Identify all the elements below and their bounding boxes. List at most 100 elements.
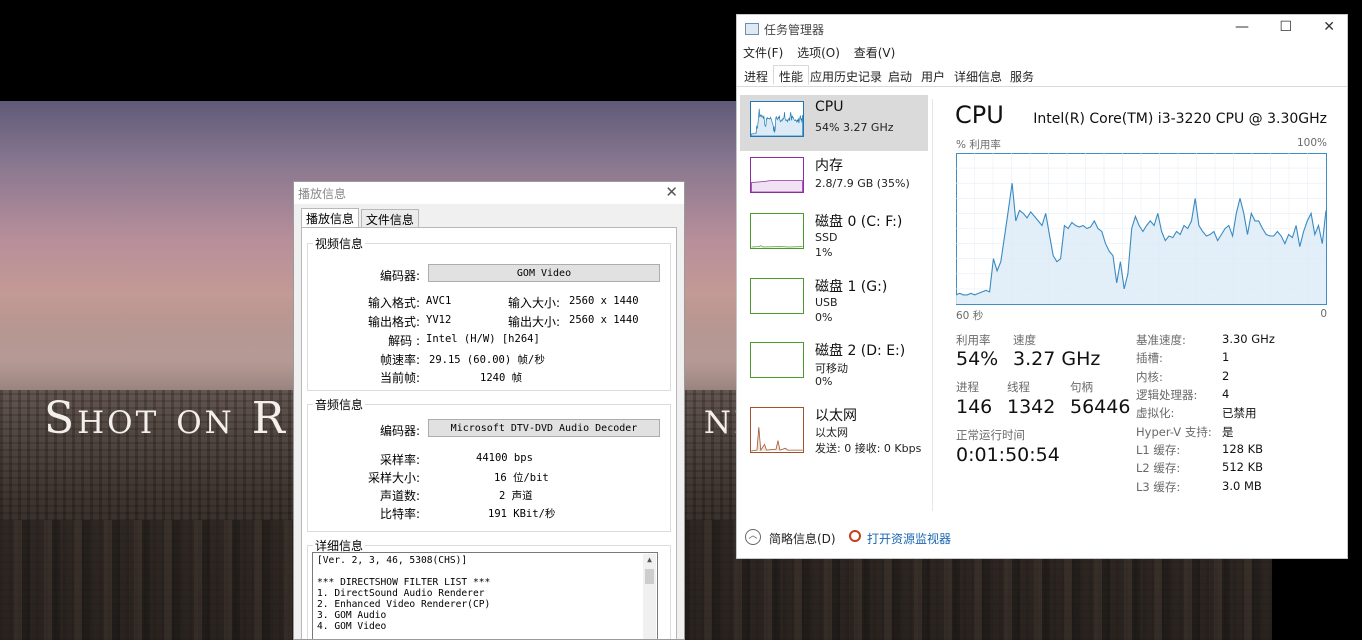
sidebar-item-label: 磁盘 0 (C: F:) bbox=[815, 214, 903, 230]
tab-details[interactable]: 详细信息 bbox=[954, 68, 1002, 85]
sidebar-item-sub: 以太网 bbox=[815, 426, 848, 439]
thread-label: 线程 bbox=[1007, 380, 1030, 394]
spec-value: 3.30 GHz bbox=[1222, 332, 1275, 346]
detail-line: *** DIRECTSHOW FILTER LIST *** bbox=[317, 577, 491, 588]
cpu-mini-graph bbox=[750, 101, 804, 137]
sidebar-item-cpu[interactable]: CPU 54% 3.27 GHz bbox=[740, 95, 928, 151]
tab-users[interactable]: 用户 bbox=[921, 68, 945, 85]
sidebar-item-memory[interactable]: 内存 2.8/7.9 GB (35%) bbox=[740, 151, 928, 207]
tab-startup[interactable]: 启动 bbox=[888, 68, 912, 85]
tm-title: 任务管理器 bbox=[764, 23, 825, 37]
fps-value: 29.15 (60.00) 帧/秒 bbox=[429, 354, 545, 366]
video-info-group: 视频信息 编码器: GOM Video 输入格式: AVC1 输入大小: 256… bbox=[307, 235, 671, 391]
spec-label: 虚拟化: bbox=[1136, 406, 1175, 420]
process-label: 进程 bbox=[956, 380, 979, 394]
tab-playback-info[interactable]: 播放信息 bbox=[301, 208, 360, 228]
util-value: 54% bbox=[956, 348, 999, 370]
spec-value: 128 KB bbox=[1222, 442, 1264, 456]
sidebar-item-sub: 2.8/7.9 GB (35%) bbox=[815, 177, 910, 190]
spec-label: 逻辑处理器: bbox=[1136, 388, 1198, 402]
cpu-heading: CPU bbox=[955, 101, 1004, 129]
audio-codec-label: 编码器: bbox=[379, 424, 420, 438]
minimize-icon[interactable]: — bbox=[1235, 19, 1249, 35]
resource-monitor-icon bbox=[849, 530, 861, 542]
sidebar-item-sub: SSD bbox=[815, 231, 838, 244]
sidebar-item-disk-0[interactable]: 磁盘 0 (C: F:) SSD 1% bbox=[740, 207, 928, 263]
spec-value: 是 bbox=[1222, 425, 1234, 439]
ethernet-mini-graph bbox=[750, 407, 804, 453]
sidebar-item-sub2: 0% bbox=[815, 311, 833, 324]
sidebar-item-label: CPU bbox=[815, 99, 844, 115]
dialog-title: 播放信息 bbox=[298, 187, 347, 201]
menu-bar: 文件(F) 选项(O) 查看(V) bbox=[743, 44, 905, 61]
disk1-mini-graph bbox=[750, 278, 804, 314]
frame-label: 当前帧: bbox=[379, 371, 420, 385]
spec-label: L3 缓存: bbox=[1136, 480, 1181, 494]
video-codec-field[interactable]: GOM Video bbox=[428, 264, 660, 282]
sidebar-item-ethernet[interactable]: 以太网 以太网 发送: 0 接收: 0 Kbps bbox=[740, 401, 928, 457]
tab-performance[interactable]: 性能 bbox=[773, 65, 810, 85]
detail-line: 4. GOM Video bbox=[317, 621, 387, 632]
menu-file[interactable]: 文件(F) bbox=[743, 46, 783, 60]
util-label: 利用率 bbox=[956, 333, 991, 347]
playback-info-dialog: 播放信息 ✕ 播放信息 文件信息 视频信息 编码器: GOM Video 输入格… bbox=[293, 181, 685, 640]
fewer-details-link[interactable]: 简略信息(D) bbox=[769, 530, 836, 547]
tab-services[interactable]: 服务 bbox=[1010, 68, 1034, 85]
tab-app-history[interactable]: 应用历史记录 bbox=[810, 68, 882, 85]
sample-rate-value: 44100 bps bbox=[476, 452, 533, 464]
tm-footer: ︿ 简略信息(D) 打开资源监视器 bbox=[737, 521, 1347, 558]
disk0-mini-graph bbox=[750, 213, 804, 249]
tab-panel: 视频信息 编码器: GOM Video 输入格式: AVC1 输入大小: 256… bbox=[301, 227, 677, 639]
time-caption: 60 秒 bbox=[956, 310, 984, 322]
fps-label: 帧速率: bbox=[379, 353, 420, 367]
sidebar-item-label: 磁盘 1 (G:) bbox=[815, 279, 888, 295]
disk2-mini-graph bbox=[750, 342, 804, 378]
decode-label: 解码 : bbox=[388, 334, 420, 348]
maximize-icon[interactable]: ☐ bbox=[1279, 19, 1292, 35]
in-size-label: 输入大小: bbox=[507, 296, 560, 310]
spec-value: 已禁用 bbox=[1222, 406, 1257, 420]
out-size-value: 2560 x 1440 bbox=[569, 314, 639, 326]
out-size-label: 输出大小: bbox=[507, 315, 560, 329]
spec-label: L2 缓存: bbox=[1136, 461, 1181, 475]
decode-value: Intel (H/W) [h264] bbox=[426, 333, 540, 345]
zero-caption: 0 bbox=[1320, 308, 1327, 320]
handle-label: 句柄 bbox=[1070, 380, 1093, 394]
menu-view[interactable]: 查看(V) bbox=[854, 46, 896, 60]
menu-options[interactable]: 选项(O) bbox=[797, 46, 840, 60]
tm-tabs: 进程 性能 应用历史记录 启动 用户 详细信息 服务 bbox=[737, 65, 1347, 87]
task-manager-window: 任务管理器 — ☐ ✕ 文件(F) 选项(O) 查看(V) 进程 性能 应用历史… bbox=[736, 14, 1348, 559]
audio-codec-field[interactable]: Microsoft DTV-DVD Audio Decoder bbox=[428, 419, 660, 437]
sidebar-divider bbox=[932, 99, 933, 511]
close-icon[interactable]: ✕ bbox=[665, 183, 678, 201]
tab-file-info[interactable]: 文件信息 bbox=[360, 209, 419, 229]
sidebar-item-sub2: 1% bbox=[815, 246, 833, 259]
open-resource-monitor-link[interactable]: 打开资源监视器 bbox=[867, 530, 951, 547]
dialog-tabs: 播放信息 文件信息 bbox=[301, 208, 419, 229]
sidebar-item-disk-2[interactable]: 磁盘 2 (D: E:) 可移动 0% bbox=[740, 336, 928, 392]
scrollbar-thumb[interactable] bbox=[645, 569, 654, 584]
detail-textbox[interactable]: [Ver. 2, 3, 46, 5308(CHS)] *** DIRECTSHO… bbox=[312, 552, 658, 639]
spec-label: 内核: bbox=[1136, 370, 1163, 384]
uptime-label: 正常运行时间 bbox=[956, 428, 1025, 442]
sidebar-item-disk-1[interactable]: 磁盘 1 (G:) USB 0% bbox=[740, 272, 928, 328]
uptime-value: 0:01:50:54 bbox=[956, 444, 1060, 466]
audio-info-group: 音频信息 编码器: Microsoft DTV-DVD Audio Decode… bbox=[307, 396, 671, 532]
scroll-up-icon[interactable]: ▲ bbox=[643, 554, 656, 565]
detail-line bbox=[317, 566, 653, 577]
memory-mini-graph bbox=[750, 157, 804, 193]
dialog-titlebar[interactable]: 播放信息 ✕ bbox=[294, 182, 684, 204]
process-value: 146 bbox=[956, 396, 993, 418]
bitrate-value: 191 KBit/秒 bbox=[488, 508, 556, 520]
tab-processes[interactable]: 进程 bbox=[744, 68, 768, 85]
sidebar-item-label: 以太网 bbox=[815, 408, 857, 424]
tm-titlebar[interactable]: 任务管理器 — ☐ ✕ bbox=[737, 15, 1347, 43]
cpu-utilization-graph bbox=[956, 153, 1327, 305]
cpu-model: Intel(R) Core(TM) i3-3220 CPU @ 3.30GHz bbox=[1033, 111, 1327, 127]
chevron-up-icon[interactable]: ︿ bbox=[745, 529, 761, 545]
out-format-value: YV12 bbox=[426, 314, 452, 326]
spec-value: 4 bbox=[1222, 387, 1230, 401]
spec-label: L1 缓存: bbox=[1136, 443, 1181, 457]
detail-scrollbar[interactable]: ▲ bbox=[643, 554, 656, 639]
close-icon[interactable]: ✕ bbox=[1323, 19, 1335, 35]
